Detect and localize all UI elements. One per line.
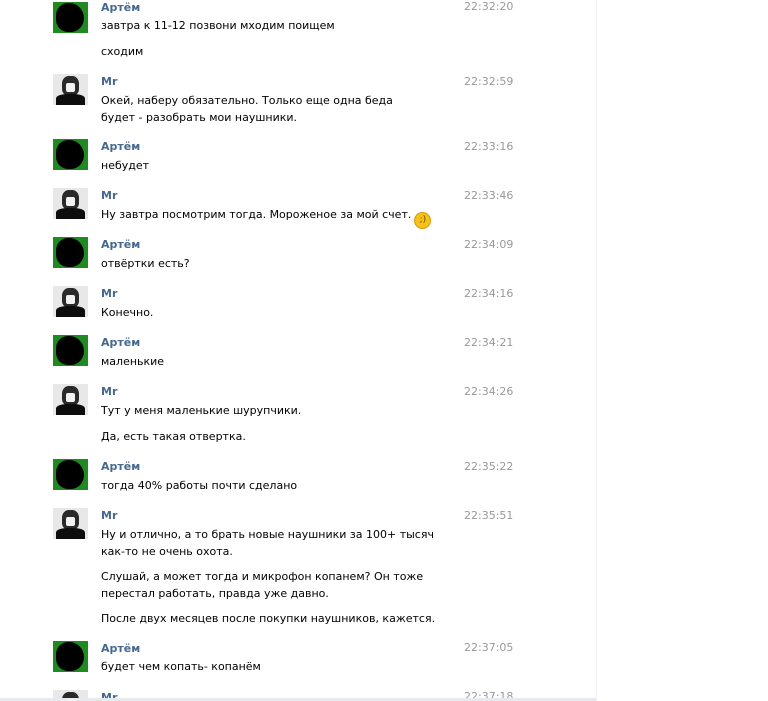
message-item: Mr 22:33:46 Ну завтра посмотрим тогда. М… <box>0 186 596 229</box>
feed-right-border <box>596 0 597 701</box>
message-item: Артём 22:37:05 будет чем копать- копанём <box>0 639 596 683</box>
message-time: 22:34:21 <box>464 336 514 349</box>
message-item: Артём 22:34:09 отвёртки есть? <box>0 235 596 275</box>
message-text: небудет <box>101 159 150 172</box>
message-item: Артём 22:34:21 маленькие <box>0 333 596 373</box>
message-time: 22:34:16 <box>464 287 514 300</box>
author-name[interactable]: Mr <box>101 75 117 89</box>
avatar[interactable] <box>53 286 88 317</box>
author-name[interactable]: Артём <box>101 1 140 15</box>
author-name[interactable]: Mr <box>101 287 117 301</box>
author-name[interactable]: Артём <box>101 336 140 350</box>
author-name[interactable]: Артём <box>101 140 140 154</box>
author-name[interactable]: Mr <box>101 385 117 399</box>
message-item: Mr 22:35:51 Ну и отлично, а то брать нов… <box>0 506 596 632</box>
avatar[interactable] <box>53 384 88 415</box>
message-time: 22:35:51 <box>464 509 514 522</box>
avatar[interactable] <box>53 459 88 490</box>
message-text: Ну и отлично, а то брать новые наушники … <box>101 528 434 558</box>
message-time: 22:33:16 <box>464 140 514 153</box>
message-text: завтра к 11-12 позвони мходим поищем <box>101 19 335 32</box>
message-time: 22:35:22 <box>464 460 514 473</box>
avatar[interactable] <box>53 188 88 219</box>
message-item: Mr 22:32:59 Окей, наберу обязательно. То… <box>0 72 596 128</box>
face-icon <box>66 517 75 526</box>
face-icon <box>66 393 75 402</box>
avatar[interactable] <box>53 139 88 170</box>
message-time: 22:34:09 <box>464 238 514 251</box>
message-text: После двух месяцев после покупки наушник… <box>101 612 436 625</box>
message-item: Артём 22:33:16 небудет <box>0 137 596 177</box>
author-name[interactable]: Mr <box>101 189 117 203</box>
avatar[interactable] <box>53 641 88 672</box>
message-time: 22:33:46 <box>464 189 514 202</box>
message-item: Артём 22:32:20 завтра к 11-12 позвони мх… <box>0 0 596 68</box>
message-item: Артём 22:35:22 тогда 40% работы почти сд… <box>0 457 596 497</box>
message-item: Mr 22:34:26 Тут у меня маленькие шурупчи… <box>0 382 596 448</box>
avatar[interactable] <box>53 74 88 105</box>
message-time: 22:34:26 <box>464 385 514 398</box>
message-text: Ну завтра посмотрим тогда. Мороженое за … <box>101 206 441 229</box>
message-text: Тут у меня маленькие шурупчики. <box>101 404 302 417</box>
message-text-content: Ну завтра посмотрим тогда. Мороженое за … <box>101 208 412 221</box>
message-item: Mr 22:34:16 Конечно. <box>0 284 596 324</box>
message-text: Слушай, а может тогда и микрофон копанем… <box>101 570 424 600</box>
message-text: Окей, наберу обязательно. Только еще одн… <box>101 94 393 124</box>
wink-emoji-icon: ;) <box>414 212 432 229</box>
avatar[interactable] <box>53 237 88 268</box>
message-time: 22:32:20 <box>464 0 514 13</box>
message-text: сходим <box>101 45 144 58</box>
face-icon <box>66 295 75 304</box>
message-text: маленькие <box>101 355 165 368</box>
author-name[interactable]: Артём <box>101 238 140 252</box>
author-name[interactable]: Mr <box>101 509 117 523</box>
author-name[interactable]: Артём <box>101 642 140 656</box>
message-text: тогда 40% работы почти сделано <box>101 479 298 492</box>
message-feed[interactable]: Артём 22:32:20 завтра к 11-12 позвони мх… <box>0 0 596 701</box>
message-text: отвёртки есть? <box>101 257 190 270</box>
message-text: Конечно. <box>101 306 154 319</box>
avatar[interactable] <box>53 508 88 539</box>
message-time: 22:32:59 <box>464 75 514 88</box>
author-name[interactable]: Артём <box>101 460 140 474</box>
avatar[interactable] <box>53 2 88 33</box>
face-icon <box>66 197 75 206</box>
message-time: 22:37:05 <box>464 641 514 654</box>
message-text: будет чем копать- копанём <box>101 660 261 673</box>
message-text: Да, есть такая отвертка. <box>101 430 246 443</box>
avatar[interactable] <box>53 335 88 366</box>
face-icon <box>66 83 75 92</box>
